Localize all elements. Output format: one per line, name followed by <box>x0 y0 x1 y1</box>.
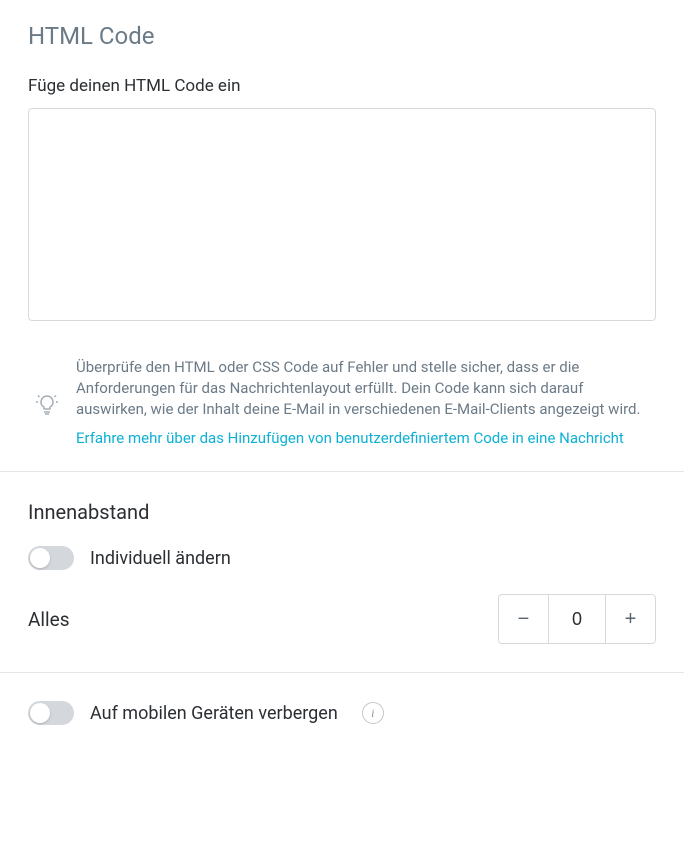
padding-value-input[interactable] <box>549 595 605 643</box>
padding-decrement-button[interactable]: − <box>499 595 549 643</box>
code-field-label: Füge deinen HTML Code ein <box>28 76 656 96</box>
individual-padding-toggle[interactable] <box>28 546 74 570</box>
info-icon[interactable]: i <box>362 702 384 724</box>
padding-heading: Innenabstand <box>28 500 656 524</box>
individual-padding-label: Individuell ändern <box>90 548 231 569</box>
page-title: HTML Code <box>28 22 656 50</box>
hide-mobile-toggle[interactable] <box>28 701 74 725</box>
padding-increment-button[interactable]: + <box>605 595 655 643</box>
lightbulb-icon <box>34 357 60 449</box>
help-link[interactable]: Erfahre mehr über das Hinzufügen von ben… <box>76 428 624 449</box>
padding-stepper: − + <box>498 594 656 644</box>
help-text: Überprüfe den HTML oder CSS Code auf Feh… <box>76 357 656 420</box>
toggle-knob <box>30 548 50 568</box>
hide-mobile-label: Auf mobilen Geräten verbergen <box>90 703 338 724</box>
html-code-input[interactable] <box>28 108 656 321</box>
help-block: Überprüfe den HTML oder CSS Code auf Feh… <box>28 357 656 449</box>
toggle-knob <box>30 703 50 723</box>
padding-all-label: Alles <box>28 608 70 631</box>
